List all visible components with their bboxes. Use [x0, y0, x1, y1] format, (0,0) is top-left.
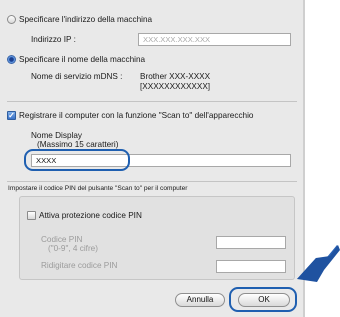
pointer-arrow-icon: [297, 245, 340, 282]
